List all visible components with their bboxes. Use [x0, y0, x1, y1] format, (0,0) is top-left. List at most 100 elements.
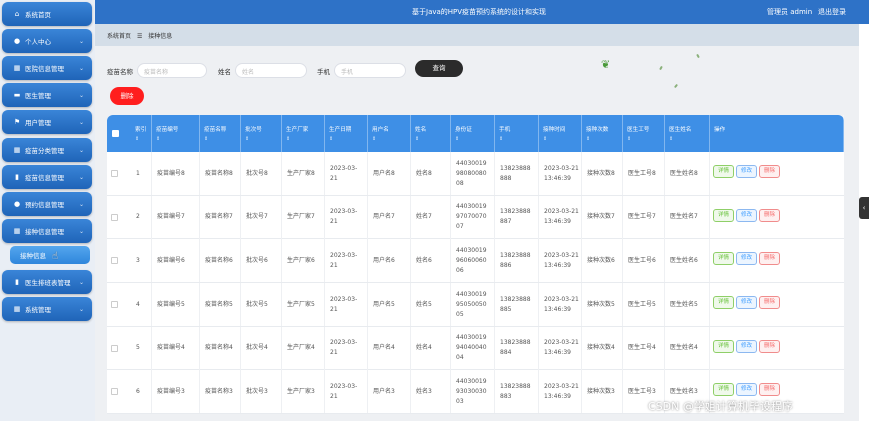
table-cell-name: 疫苗名称5: [200, 283, 241, 327]
sort-icon[interactable]: ⇕: [455, 136, 494, 142]
sidebar-item[interactable]: ▦ 疫苗分类管理 ⌄: [2, 138, 92, 162]
query-button[interactable]: 查询: [415, 60, 463, 77]
sidebar-subitem-vaccination-info[interactable]: 接种信息: [10, 246, 90, 264]
collapse-panel-button[interactable]: ‹: [859, 197, 869, 219]
sidebar-item-label: 疫苗信息管理: [25, 174, 64, 182]
detail-button[interactable]: 详情: [713, 252, 735, 266]
chevron-down-icon: ⌄: [78, 227, 84, 235]
row-checkbox[interactable]: [111, 257, 118, 265]
table-cell-name: 疫苗名称8: [200, 152, 241, 195]
delete-button[interactable]: 删除: [759, 208, 781, 222]
column-header[interactable]: 疫苗编号 ⇕: [152, 115, 200, 152]
column-header[interactable]: 姓名 ⇕: [411, 115, 451, 152]
batch-delete-button[interactable]: 删除: [110, 87, 144, 105]
sort-icon[interactable]: ⇕: [372, 136, 410, 142]
edit-button[interactable]: 修改: [736, 165, 758, 178]
sidebar-item[interactable]: ▦ 医院信息管理 ⌄: [2, 56, 92, 80]
delete-button[interactable]: 删除: [759, 296, 781, 310]
column-header[interactable]: 批次号 ⇕: [241, 115, 282, 152]
sidebar-item[interactable]: ▬ 医生管理 ⌄: [2, 83, 92, 107]
edit-button[interactable]: 修改: [736, 383, 758, 397]
sort-icon[interactable]: ⇕: [156, 136, 199, 142]
table-cell-date: 2023-03- 21: [325, 370, 368, 414]
row-checkbox[interactable]: [111, 301, 118, 309]
column-header[interactable]: 身份证 ⇕: [451, 115, 495, 152]
sidebar-item[interactable]: ▦ 系统管理 ⌄: [2, 297, 92, 321]
column-header[interactable]: 生产厂家 ⇕: [282, 115, 325, 152]
table-cell-doc_no: 医生工号8: [623, 152, 665, 195]
table-cell-maker: 生产厂家7: [282, 195, 325, 239]
sidebar-item[interactable]: ▮ 疫苗信息管理 ⌄: [2, 165, 92, 189]
row-actions: 详情 修改 删除: [713, 296, 781, 310]
sidebar-item[interactable]: ● 预约信息管理 ⌄: [2, 192, 92, 216]
table-cell-count: 接种次数6: [582, 239, 623, 283]
table-cell-user: 用户名5: [368, 283, 411, 327]
detail-button[interactable]: 详情: [713, 208, 735, 222]
column-header[interactable]: 索引 ⇕: [131, 115, 152, 152]
edit-button[interactable]: 修改: [736, 339, 758, 353]
sidebar-item[interactable]: ▦ 接种信息管理 ⌄: [2, 219, 92, 243]
table-cell-maker: 生产厂家4: [282, 326, 325, 370]
sort-icon[interactable]: ⇕: [586, 136, 622, 142]
chevron-down-icon: ⌄: [78, 91, 84, 99]
table-cell-name: 疫苗名称6: [200, 239, 241, 283]
sidebar-item[interactable]: ▮ 医生排班表管理 ⌄: [2, 270, 92, 294]
row-checkbox[interactable]: [111, 388, 118, 396]
column-header[interactable]: 医生工号 ⇕: [623, 115, 665, 152]
vaccine-name-input[interactable]: 疫苗名称: [137, 63, 207, 78]
sort-icon[interactable]: ⇕: [204, 136, 240, 142]
detail-button[interactable]: 详情: [713, 296, 735, 310]
sidebar-item[interactable]: ⚑ 用户管理 ⌄: [2, 110, 92, 134]
table-cell-person: 姓名6: [411, 239, 451, 283]
sort-icon[interactable]: ⇕: [245, 136, 281, 142]
sort-icon[interactable]: ⇕: [286, 136, 324, 142]
sort-icon[interactable]: ⇕: [415, 136, 450, 142]
table-cell-person: 姓名7: [411, 195, 451, 239]
sidebar-item[interactable]: ⌂ 系统首页: [2, 2, 92, 26]
phone-input[interactable]: 手机: [334, 63, 406, 78]
sidebar-item[interactable]: ● 个人中心 ⌄: [2, 29, 92, 53]
row-checkbox[interactable]: [111, 170, 118, 177]
column-header[interactable]: 接种次数 ⇕: [582, 115, 623, 152]
home-icon: ⌂: [14, 10, 20, 18]
row-checkbox[interactable]: [111, 344, 118, 352]
table-cell-batch: 批次号6: [241, 239, 282, 283]
table-cell-code: 疫苗编号4: [152, 326, 200, 370]
logout-link[interactable]: 退出登录: [818, 7, 846, 17]
delete-button[interactable]: 删除: [759, 383, 781, 397]
delete-button[interactable]: 删除: [759, 165, 781, 178]
sort-icon[interactable]: ⇕: [543, 136, 581, 142]
column-header[interactable]: 手机 ⇕: [495, 115, 539, 152]
detail-button[interactable]: 详情: [713, 339, 735, 353]
column-header[interactable]: 生产日期 ⇕: [325, 115, 368, 152]
detail-button[interactable]: 详情: [713, 165, 735, 178]
sort-icon[interactable]: ⇕: [499, 136, 538, 142]
table-cell-time: 2023-03-21 13:46:39: [539, 326, 582, 370]
edit-button[interactable]: 修改: [736, 252, 758, 266]
breadcrumb-home[interactable]: 系统首页: [107, 33, 131, 40]
name-input[interactable]: 姓名: [235, 63, 307, 78]
sort-icon[interactable]: ⇕: [329, 136, 367, 142]
edit-button[interactable]: 修改: [736, 296, 758, 310]
column-header[interactable]: 疫苗名称 ⇕: [200, 115, 241, 152]
current-user: 管理员 admin: [767, 8, 813, 16]
table-cell-doc_name: 医生姓名7: [665, 195, 710, 239]
sort-icon[interactable]: ⇕: [135, 136, 151, 142]
column-header[interactable]: 医生姓名 ⇕: [665, 115, 710, 152]
top-bar: 基于Java的HPV疫苗预约系统的设计和实现 管理员 admin 退出登录: [95, 0, 869, 24]
delete-button[interactable]: 删除: [759, 339, 781, 353]
delete-button[interactable]: 删除: [759, 252, 781, 266]
sort-icon[interactable]: ⇕: [669, 136, 709, 142]
column-header: 操作: [710, 115, 844, 152]
column-header[interactable]: 接种时间 ⇕: [539, 115, 582, 152]
table-cell-id: 44030019 93030030 03: [451, 370, 495, 414]
table-cell-phone: 13823888 886: [495, 239, 539, 283]
column-header[interactable]: 用户名 ⇕: [368, 115, 411, 152]
edit-button[interactable]: 修改: [736, 208, 758, 222]
row-checkbox[interactable]: [111, 213, 118, 221]
table-cell-date: 2023-03- 21: [325, 195, 368, 239]
column-header-label: 身份证: [455, 127, 472, 133]
select-all-checkbox[interactable]: [112, 130, 119, 137]
sort-icon[interactable]: ⇕: [627, 136, 664, 142]
detail-button[interactable]: 详情: [713, 383, 735, 397]
